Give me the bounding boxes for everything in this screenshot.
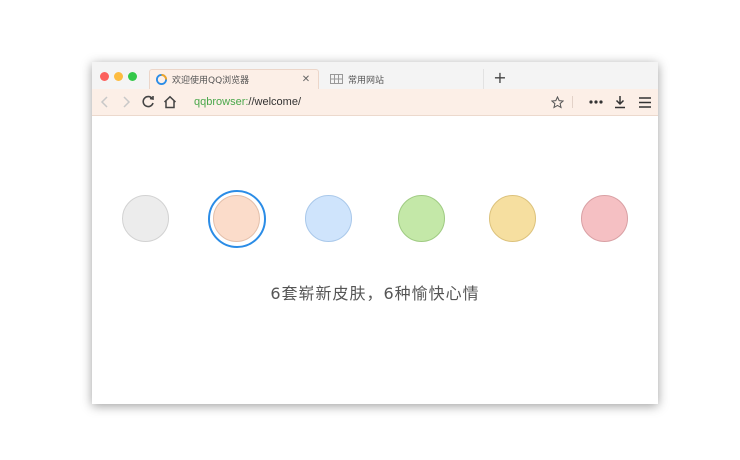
forward-icon[interactable]: [117, 93, 135, 111]
tab-label: 常用网站: [348, 75, 385, 86]
address-bar[interactable]: qqbrowser://welcome/: [194, 95, 301, 109]
menu-icon[interactable]: [636, 93, 654, 111]
more-icon[interactable]: [587, 93, 605, 111]
download-icon[interactable]: [611, 93, 629, 111]
skin-swatch-pink[interactable]: [581, 195, 628, 242]
close-window-button[interactable]: [100, 72, 109, 81]
browser-window: 欢迎使用QQ浏览器 ✕ 常用网站 + qqbrowser://welcome/: [92, 62, 658, 404]
close-tab-icon[interactable]: ✕: [300, 74, 312, 86]
qq-browser-icon: [156, 74, 167, 85]
back-icon[interactable]: [96, 93, 114, 111]
new-tab-button[interactable]: +: [492, 69, 508, 87]
home-icon[interactable]: [161, 93, 179, 111]
welcome-page: 6套崭新皮肤，6种愉快心情: [92, 116, 658, 404]
url-path: //welcome/: [248, 96, 301, 108]
skin-swatch-peach[interactable]: [213, 195, 260, 242]
maximize-window-button[interactable]: [128, 72, 137, 81]
refresh-icon[interactable]: [139, 93, 157, 111]
tab-label: 欢迎使用QQ浏览器: [172, 76, 250, 86]
star-icon[interactable]: [548, 93, 566, 111]
title-bar: 欢迎使用QQ浏览器 ✕ 常用网站 +: [92, 62, 658, 89]
grid-icon: [330, 73, 343, 85]
skin-caption: 6套崭新皮肤，6种愉快心情: [270, 284, 480, 303]
skin-swatch-green[interactable]: [398, 195, 445, 242]
skin-swatch-gray[interactable]: [122, 195, 169, 242]
tab-welcome[interactable]: 欢迎使用QQ浏览器 ✕: [149, 69, 319, 89]
skin-swatch-blue[interactable]: [305, 195, 352, 242]
toolbar-divider: [572, 96, 573, 108]
tab-common-sites[interactable]: 常用网站: [324, 69, 484, 89]
skin-swatch-yellow[interactable]: [489, 195, 536, 242]
toolbar: qqbrowser://welcome/: [92, 89, 658, 116]
minimize-window-button[interactable]: [114, 72, 123, 81]
url-scheme: qqbrowser:: [194, 96, 249, 108]
